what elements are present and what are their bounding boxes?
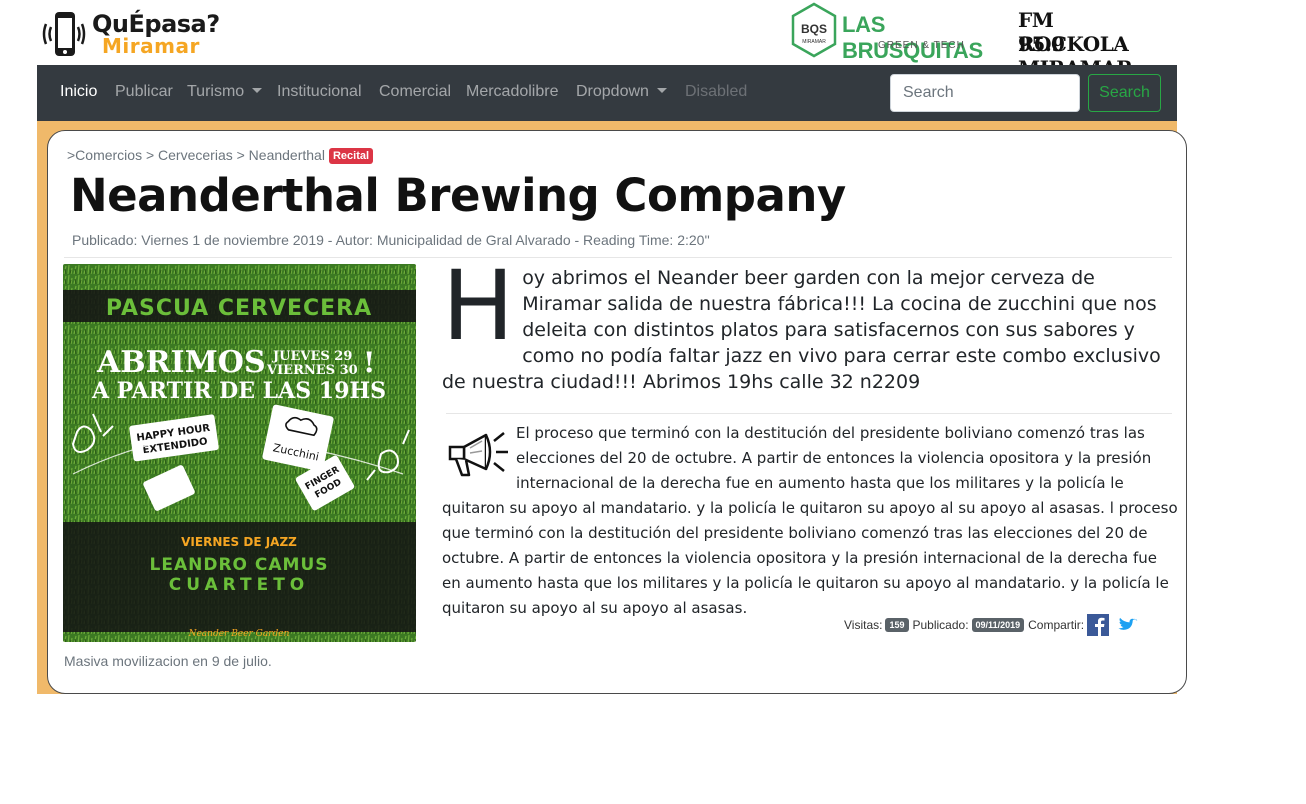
nav-institucional[interactable]: Institucional xyxy=(277,83,362,101)
article-title: Neanderthal Brewing Company xyxy=(70,169,846,222)
main-navbar: Inicio Publicar Turismo Institucional Co… xyxy=(37,65,1177,121)
poster-exclamation: ! xyxy=(363,346,375,379)
body-paragraph: El proceso que terminó con la destitució… xyxy=(442,421,1178,621)
poster-day-1: JUEVES 29 xyxy=(272,349,352,364)
poster-day-2: VIERNES 30 xyxy=(266,363,358,378)
nav-disabled: Disabled xyxy=(685,83,748,100)
breadcrumb: >Comercios > Cervecerias > Neanderthal Re… xyxy=(67,147,374,164)
twitter-icon[interactable] xyxy=(1115,614,1139,636)
lead-paragraph: Hoy abrimos el Neander beer garden con l… xyxy=(442,250,1176,395)
nav-publicar[interactable]: Publicar xyxy=(115,83,173,101)
nav-inicio[interactable]: Inicio xyxy=(60,83,97,101)
poster-abrimos: ABRIMOS xyxy=(96,345,266,380)
article-card: >Comercios > Cervecerias > Neanderthal Re… xyxy=(47,130,1187,694)
sponsor-fm-rockola[interactable]: FM ROCKOLA 95.9 MIRAMAR xyxy=(1016,8,1168,80)
image-caption: Masiva movilizacion en 9 de julio. xyxy=(64,653,272,669)
published-date: 09/11/2019 xyxy=(971,618,1025,632)
breadcrumb-path[interactable]: >Comercios > Cervecerias > Neanderthal xyxy=(67,147,325,163)
phone-icon xyxy=(42,12,86,56)
hexagon-logo-text: BQS xyxy=(801,22,827,36)
sponsor-name: LAS BRUSQUITAS xyxy=(842,12,983,63)
article-footer-meta: Visitas: 159 Publicado: 09/11/2019 Compa… xyxy=(844,614,1139,636)
article-meta: Publicado: Viernes 1 de noviembre 2019 -… xyxy=(72,232,710,248)
sponsor-tagline: GREEN & TECH xyxy=(878,40,965,51)
hexagon-logo-icon: BQS MIRAMAR xyxy=(791,2,837,58)
nav-dropdown-label: Dropdown xyxy=(576,83,649,100)
published-label: Publicado: xyxy=(912,618,969,632)
lead-text: oy abrimos el Neander beer garden con la… xyxy=(442,267,1161,393)
visits-count: 159 xyxy=(885,618,909,632)
megaphone-icon xyxy=(448,432,508,477)
search-button[interactable]: Search xyxy=(1088,74,1161,112)
category-badge[interactable]: Recital xyxy=(328,148,374,164)
site-logo[interactable]: QuÉpasa? Miramar xyxy=(42,8,232,58)
logo-line-2: Miramar xyxy=(102,34,200,58)
divider xyxy=(446,413,1172,414)
visits-label: Visitas: xyxy=(844,618,883,632)
nav-comercial[interactable]: Comercial xyxy=(379,83,451,101)
body-text: El proceso que terminó con la destitució… xyxy=(442,424,1178,617)
nav-turismo[interactable]: Turismo xyxy=(187,83,263,101)
nav-mercadolibre[interactable]: Mercadolibre xyxy=(466,83,558,101)
hexagon-logo-sub: MIRAMAR xyxy=(802,39,826,45)
search-input[interactable] xyxy=(890,74,1080,112)
article-image[interactable]: PASCUA CERVECERA ABRIMOS JUEVES 29 VIERN… xyxy=(63,264,416,642)
poster-band-2: CUARTETO xyxy=(169,575,310,595)
divider xyxy=(64,257,1172,258)
poster-jazz: VIERNES DE JAZZ xyxy=(181,535,297,549)
caret-down-icon xyxy=(656,88,667,93)
top-header: QuÉpasa? Miramar BQS MIRAMAR LAS BRUSQUI… xyxy=(0,0,1306,80)
nav-turismo-label: Turismo xyxy=(187,83,245,100)
poster-garden: Neander Beer Garden xyxy=(188,629,290,639)
poster-title: PASCUA CERVECERA xyxy=(106,296,372,321)
caret-down-icon xyxy=(252,88,263,93)
facebook-icon[interactable] xyxy=(1087,614,1110,636)
nav-dropdown[interactable]: Dropdown xyxy=(576,83,667,101)
poster-time: A PARTIR DE LAS 19HS xyxy=(91,378,386,404)
share-label: Compartir: xyxy=(1028,618,1085,632)
poster-band-1: LEANDRO CAMUS xyxy=(150,555,329,575)
drop-cap: H xyxy=(442,250,515,362)
sponsor-las-brusquitas[interactable]: BQS MIRAMAR LAS BRUSQUITAS GREEN & TECH xyxy=(790,2,1002,63)
